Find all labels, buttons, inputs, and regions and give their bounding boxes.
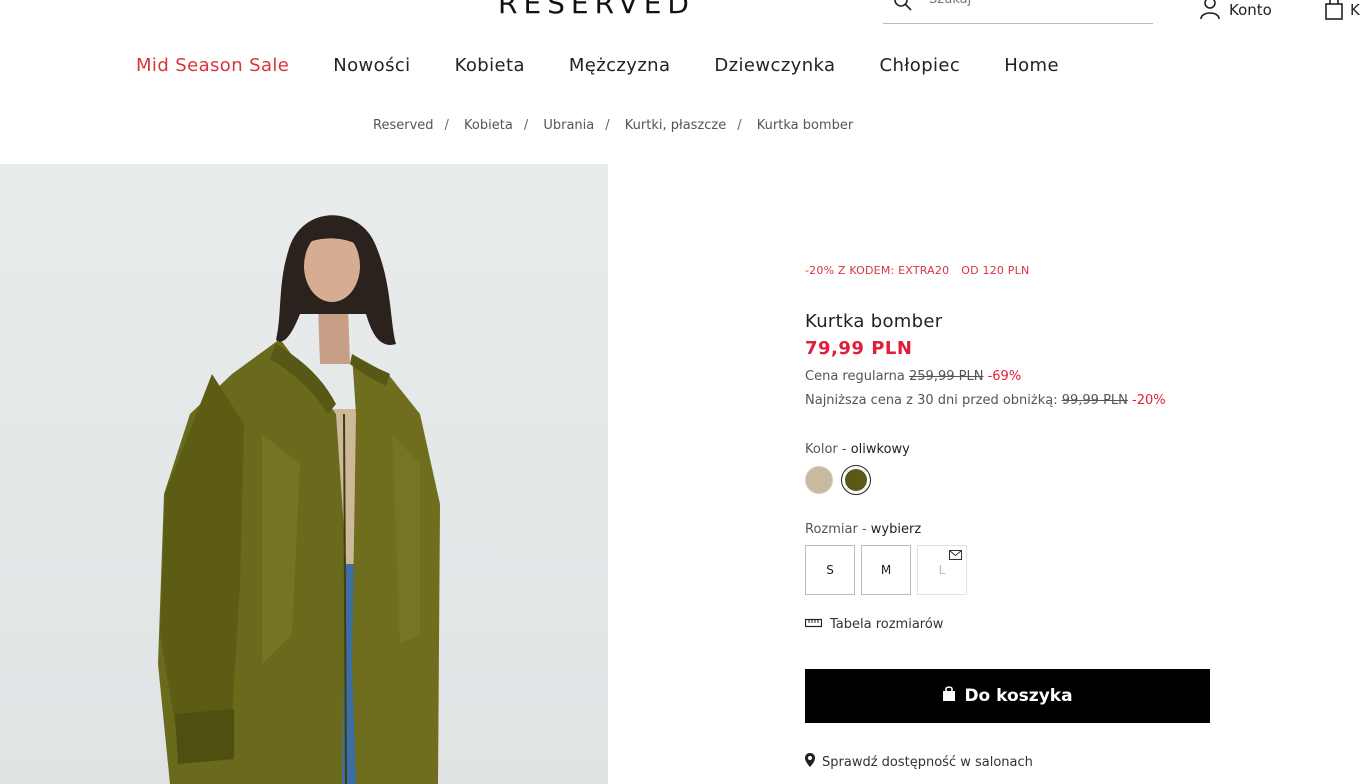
breadcrumb-separator: / [523,118,529,133]
breadcrumb: Reserved / Kobieta / Ubrania / Kurtki, płas… [373,118,853,133]
selected-size: wybierz [870,522,922,537]
ruler-icon [804,617,823,632]
breadcrumb-item[interactable]: Kobieta [464,118,513,133]
search-bar[interactable] [883,0,1153,24]
bag-icon [942,685,956,707]
nav-item-kobieta[interactable]: Kobieta [455,55,525,76]
main-nav: Mid Season Sale Nowości Kobieta Mężczyzn… [136,55,1103,76]
promo-banner: -20% Z KODEM: EXTRA20 OD 120 PLN [805,264,1210,277]
size-table-label: Tabela rozmiarów [830,617,944,632]
size-label-text: Rozmiar - [805,522,867,537]
product-photo[interactable] [0,164,608,784]
breadcrumb-item[interactable]: Reserved [373,118,434,133]
selected-color: oliwkowy [850,442,910,457]
product-info: -20% Z KODEM: EXTRA20 OD 120 PLN Kurtka b… [804,264,1210,632]
size-option-s[interactable]: S [805,545,855,595]
model-wearing-jacket-image [158,215,440,784]
olive-dot [845,469,867,491]
breadcrumb-separator: / [605,118,610,133]
size-options: S M L [805,545,1210,595]
nav-item-nowosci[interactable]: Nowości [333,55,410,76]
logo[interactable]: RESERVED [498,0,695,20]
size-option-l[interactable]: L [917,545,967,595]
cart-label: K [1350,1,1360,19]
store-availability-link[interactable]: Sprawdź dostępność w salonach [805,753,1033,771]
nav-item-dziewczynka[interactable]: Dziewczynka [714,55,835,76]
regular-price: 259,99 PLN [909,369,984,384]
color-label: Kolor - oliwkowy [805,442,1210,457]
lowest-discount: -20% [1132,393,1166,408]
lowest-price-row: Najniższa cena z 30 dni przed obniżką: 9… [805,393,1210,408]
nav-item-chlopiec[interactable]: Chłopiec [879,55,960,76]
breadcrumb-item[interactable]: Kurtki, płaszcze [625,118,726,133]
size-option-m[interactable]: M [861,545,911,595]
add-to-cart-label: Do koszyka [964,686,1073,706]
promo-code: -20% Z KODEM: EXTRA20 [805,264,950,277]
product-price: 79,99 PLN [805,338,913,359]
breadcrumb-item[interactable]: Ubrania [543,118,594,133]
search-icon[interactable] [893,0,913,16]
nav-item-mid-season-sale[interactable]: Mid Season Sale [136,55,289,76]
user-icon [1199,0,1221,24]
size-option-l-label: L [938,563,946,577]
store-availability-label: Sprawdź dostępność w salonach [822,754,1033,770]
nav-item-home[interactable]: Home [1004,55,1059,76]
color-label-text: Kolor - [805,442,847,457]
breadcrumb-separator: / [444,118,449,133]
lowest-price: 99,99 PLN [1061,393,1128,408]
breadcrumb-current: Kurtka bomber [756,118,854,133]
promo-minimum: OD 120 PLN [961,264,1030,277]
bag-icon [1324,0,1344,24]
search-input[interactable] [927,0,1131,10]
breadcrumb-separator: / [737,118,742,133]
cart-link[interactable]: K [1324,0,1360,24]
size-table-link[interactable]: Tabela rozmiarów [804,617,1210,632]
color-swatches [805,465,1210,495]
regular-price-row: Cena regularna 259,99 PLN -69% [805,369,1210,384]
color-swatch-olive[interactable] [841,465,871,495]
color-swatch-beige[interactable] [805,466,833,494]
account-link[interactable]: Konto [1199,0,1272,24]
regular-price-label: Cena regularna [805,369,905,384]
regular-discount: -69% [987,369,1022,384]
mail-icon [949,549,962,563]
location-pin-icon [805,753,815,771]
lowest-price-label: Najniższa cena z 30 dni przed obniżką: [805,393,1058,408]
account-label: Konto [1229,1,1272,19]
nav-item-mezczyzna[interactable]: Mężczyzna [569,55,671,76]
size-label: Rozmiar - wybierz [805,522,1210,537]
add-to-cart-button[interactable]: Do koszyka [805,669,1210,723]
product-name: Kurtka bomber [805,311,943,332]
